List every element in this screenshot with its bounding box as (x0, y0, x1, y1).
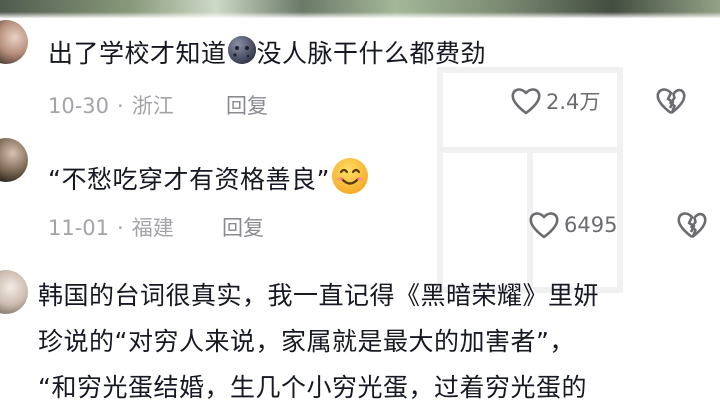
comment-text-part: “不愁吃穿才有资格善良” (48, 165, 330, 194)
comment-location: 福建 (131, 216, 174, 240)
avatar[interactable] (0, 138, 28, 182)
comment-meta: 10-30 · 浙江 (48, 90, 174, 120)
comment-text-line: 韩国的台词很真实，我一直记得《黑暗荣耀》里妍 (38, 281, 600, 310)
comment-text-part: 没人脉干什么都费劲 (256, 39, 487, 68)
comment-text: “不愁吃穿才有资格善良” (48, 158, 370, 204)
avatar[interactable] (0, 270, 28, 314)
avatar[interactable] (0, 20, 28, 64)
comment-location: 浙江 (131, 94, 174, 118)
like-count: 6495 (564, 213, 618, 237)
comment-list-screen: 出了学校才知道 没人脉干什么都费劲 10-30 · 浙江 回复 2.4万 “不愁… (0, 0, 720, 405)
reply-button[interactable]: 回复 (222, 212, 264, 242)
smiling-face-emoji (330, 156, 370, 202)
comment-date: 11-01 (48, 216, 110, 240)
comment-text-part: 出了学校才知道 (48, 39, 227, 68)
comment-item: 出了学校才知道 没人脉干什么都费劲 10-30 · 浙江 回复 2.4万 (0, 20, 720, 130)
comment-text-line: “和穷光蛋结婚，生几个小穷光蛋，过着穷光蛋的 (38, 373, 587, 402)
like-button[interactable]: 6495 (528, 210, 617, 240)
meta-separator: · (117, 94, 124, 118)
comment-text: 出了学校才知道 没人脉干什么都费劲 (48, 34, 486, 73)
comment-item: 韩国的台词很真实，我一直记得《黑暗荣耀》里妍 珍说的“对穷人来说，家属就是最大的… (0, 262, 720, 405)
video-frame-edge (0, 0, 720, 18)
comment-text-line: 珍说的“对穷人来说，家属就是最大的加害者”， (38, 327, 575, 356)
new-moon-face-emoji (227, 35, 257, 71)
comment-meta: 11-01 · 福建 (48, 212, 174, 242)
comment-date: 10-30 (48, 94, 110, 118)
like-button[interactable]: 2.4万 (510, 86, 600, 116)
broken-heart-icon[interactable] (655, 86, 687, 116)
broken-heart-icon[interactable] (676, 210, 708, 240)
heart-outline-icon (529, 212, 559, 239)
reply-button[interactable]: 回复 (226, 90, 268, 120)
heart-outline-icon (511, 88, 541, 115)
comment-item: “不愁吃穿才有资格善良” 11-01 · 福建 回复 6495 (0, 136, 720, 256)
meta-separator: · (117, 216, 124, 240)
like-count: 2.4万 (546, 90, 601, 114)
